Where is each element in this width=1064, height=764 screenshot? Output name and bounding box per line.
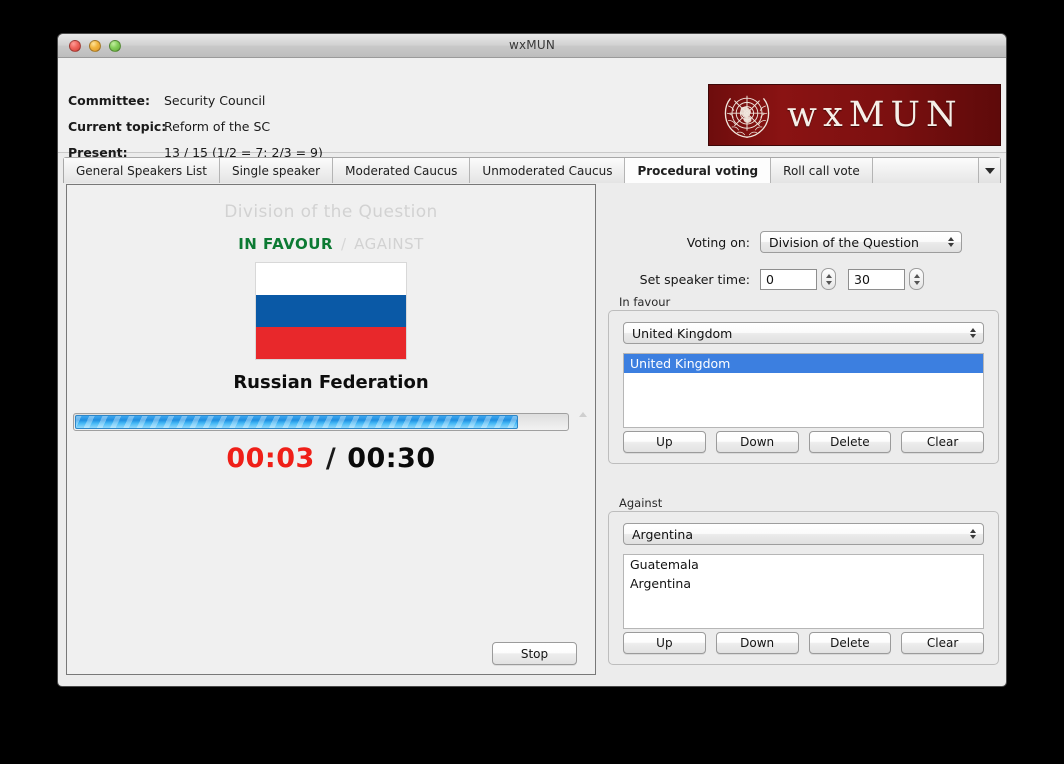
against-button-row: Up Down Delete Clear <box>623 632 984 654</box>
resize-caret-icon <box>579 412 587 417</box>
tab-label: Roll call vote <box>783 163 860 178</box>
set-speaker-time-row: Set speaker time: 0 30 <box>608 268 999 290</box>
in-favour-delete-button[interactable]: Delete <box>808 431 892 453</box>
tab-single-speaker[interactable]: Single speaker <box>219 158 334 183</box>
against-country-value: Argentina <box>632 526 693 542</box>
flag-band-white <box>256 263 406 295</box>
against-listbox[interactable]: Guatemala Argentina <box>623 554 984 629</box>
window-title: wxMUN <box>508 38 556 52</box>
stance-separator: / <box>341 235 347 253</box>
against-down-button[interactable]: Down <box>715 632 799 654</box>
flag-band-red <box>256 327 406 359</box>
against-group: Against Argentina Guatemala Argentina Up… <box>608 496 999 665</box>
application-window: wxMUN Committee: Security Council Current… <box>57 33 1007 687</box>
voting-on-select[interactable]: Division of the Question <box>760 231 962 253</box>
un-emblem-icon <box>724 95 770 138</box>
updown-arrows-icon <box>970 328 976 338</box>
logo-wordmark: wxMUN <box>787 94 963 135</box>
meeting-header: Committee: Security Council Current topic… <box>58 58 1006 160</box>
in-favour-group-title: In favour <box>616 295 674 309</box>
in-favour-up-button[interactable]: Up <box>623 431 706 453</box>
committee-label: Committee: <box>68 93 151 108</box>
timer-elapsed-value: 00:03 <box>226 443 315 474</box>
committee-row: Committee: Security Council <box>68 93 265 108</box>
tab-label: Procedural voting <box>637 163 759 178</box>
against-delete-button[interactable]: Delete <box>808 632 892 654</box>
in-favour-clear-button[interactable]: Clear <box>901 431 984 453</box>
tab-label: Single speaker <box>231 163 321 178</box>
chevron-down-icon <box>984 167 995 174</box>
in-favour-listbox[interactable]: United Kingdom <box>623 353 984 428</box>
vote-stance-indicator: IN FAVOUR / AGAINST <box>67 235 595 253</box>
tab-overflow-button[interactable] <box>978 158 1000 183</box>
speaker-time-progressbar <box>73 413 569 431</box>
set-speaker-time-label: Set speaker time: <box>639 271 750 287</box>
current-topic-row: Current topic:Reform of the SC <box>68 119 270 134</box>
flag-band-blue <box>256 295 406 327</box>
speaker-country-name: Russian Federation <box>233 372 429 393</box>
tab-content-procedural-voting: Division of the Question IN FAVOUR / AGAIN… <box>63 184 1001 679</box>
voting-on-row: Voting on: Division of the Question <box>608 231 999 253</box>
against-group-body: Argentina Guatemala Argentina Up Down De… <box>608 511 999 665</box>
window-titlebar: wxMUN <box>58 34 1006 58</box>
speaker-time-minutes-input[interactable]: 0 <box>760 268 817 290</box>
committee-value: Security Council <box>164 93 266 108</box>
in-favour-down-button[interactable]: Down <box>715 431 799 453</box>
tab-general-speakers-list[interactable]: General Speakers List <box>64 158 220 183</box>
in-favour-group-body: United Kingdom United Kingdom Up Down De… <box>608 310 999 464</box>
against-group-title: Against <box>616 496 666 510</box>
current-topic-value: Reform of the SC <box>164 119 271 134</box>
speaker-time-minutes-stepper[interactable] <box>821 268 836 290</box>
list-item[interactable]: Guatemala <box>624 555 983 574</box>
speaker-timer: 00:03 / 00:30 <box>67 443 595 474</box>
timer-separator: / <box>325 443 337 474</box>
voting-display-panel: Division of the Question IN FAVOUR / AGAIN… <box>66 184 596 675</box>
speaker-time-seconds-input[interactable]: 30 <box>848 268 905 290</box>
updown-arrows-icon <box>970 529 976 539</box>
against-up-button[interactable]: Up <box>623 632 706 654</box>
current-topic-label: Current topic: <box>68 119 167 134</box>
stance-in-favour-label: IN FAVOUR <box>238 235 334 253</box>
vote-question-title: Division of the Question <box>224 202 438 222</box>
wxmun-logo-banner: wxMUN <box>708 84 1001 146</box>
stance-against-label: AGAINST <box>354 235 424 253</box>
updown-arrows-icon <box>948 237 954 247</box>
tab-label: Unmoderated Caucus <box>482 163 613 178</box>
speaker-time-minutes-field: 0 <box>760 268 836 290</box>
stop-button[interactable]: Stop <box>492 642 577 665</box>
voting-on-label: Voting on: <box>686 234 750 250</box>
voting-controls-panel: Voting on: Division of the Question Set … <box>608 184 999 675</box>
voting-on-value: Division of the Question <box>769 234 919 250</box>
list-item[interactable]: Argentina <box>624 574 983 593</box>
progressbar-fill <box>75 415 518 429</box>
tab-moderated-caucus[interactable]: Moderated Caucus <box>333 158 471 183</box>
list-item[interactable]: United Kingdom <box>624 354 983 373</box>
timer-total-value: 00:30 <box>347 443 436 474</box>
in-favour-country-value: United Kingdom <box>632 325 733 341</box>
against-clear-button[interactable]: Clear <box>901 632 984 654</box>
tab-roll-call-vote[interactable]: Roll call vote <box>771 158 873 183</box>
tab-procedural-voting[interactable]: Procedural voting <box>625 158 772 183</box>
in-favour-group: In favour United Kingdom United Kingdom … <box>608 295 999 464</box>
against-country-select[interactable]: Argentina <box>623 523 984 545</box>
speaker-time-seconds-field: 30 <box>848 268 924 290</box>
speaker-country-flag <box>255 262 407 360</box>
in-favour-button-row: Up Down Delete Clear <box>623 431 984 453</box>
tab-unmoderated-caucus[interactable]: Unmoderated Caucus <box>470 158 626 183</box>
tab-label: General Speakers List <box>76 163 207 178</box>
speaker-time-seconds-stepper[interactable] <box>909 268 924 290</box>
tab-label: Moderated Caucus <box>345 163 458 178</box>
in-favour-country-select[interactable]: United Kingdom <box>623 322 984 344</box>
tab-bar: General Speakers List Single speaker Mod… <box>63 157 1001 183</box>
